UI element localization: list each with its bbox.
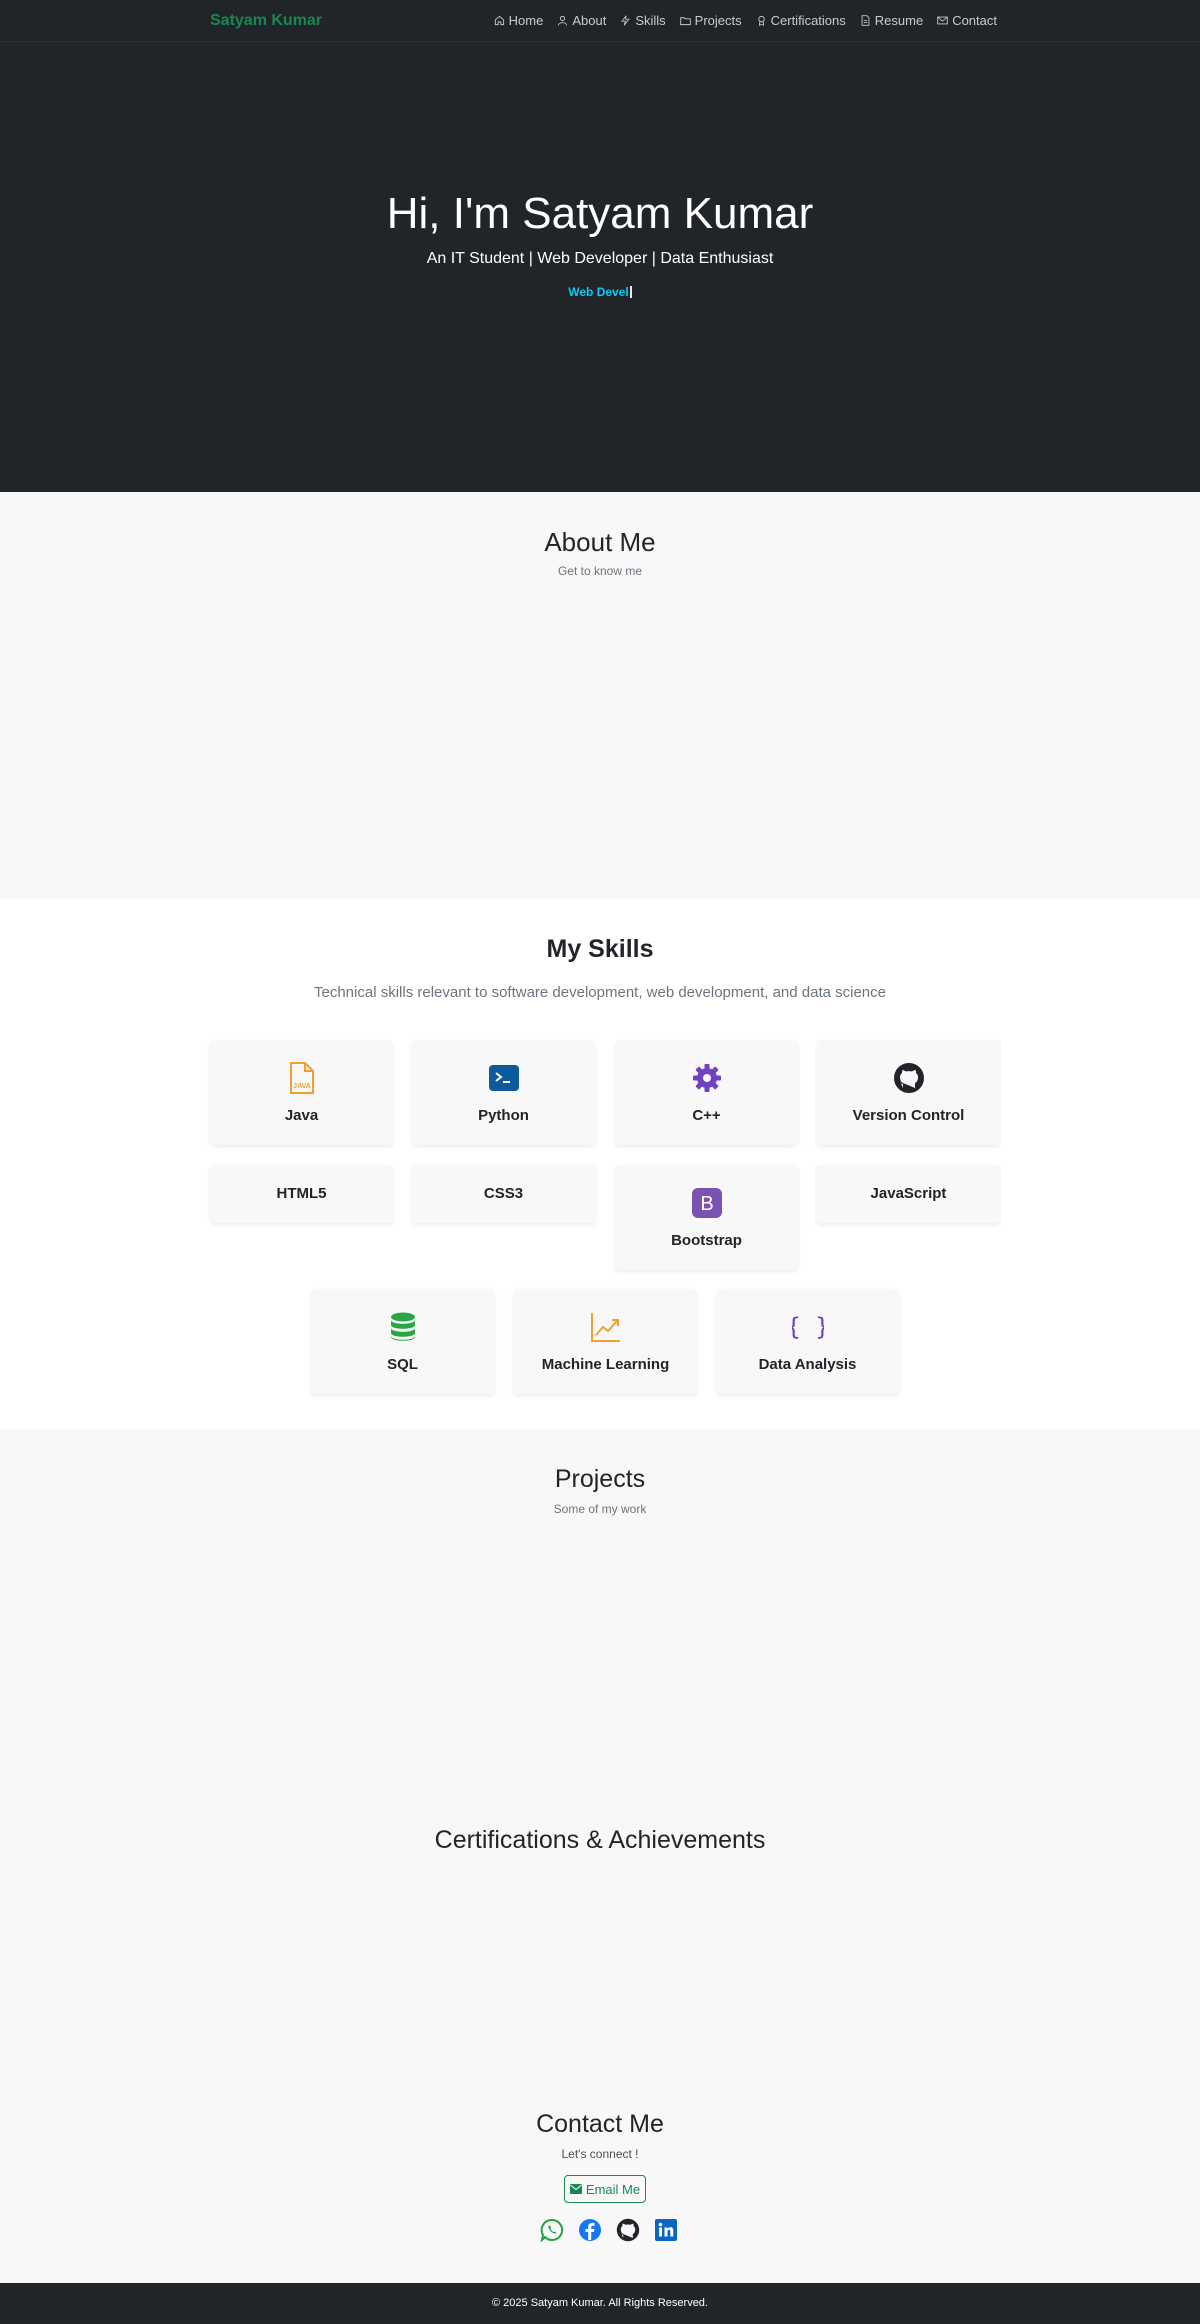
home-icon xyxy=(494,15,504,26)
contact-subtitle: Let's connect ! xyxy=(561,2147,639,2161)
braces-icon: { } xyxy=(792,1311,824,1343)
contact-title: Contact Me xyxy=(536,2110,664,2138)
skills-title: My Skills xyxy=(546,935,654,963)
database-icon xyxy=(387,1311,419,1343)
user-icon xyxy=(558,15,568,26)
typed-text-line: Web Devel xyxy=(0,285,1200,299)
hero-subtitle: An IT Student | Web Developer | Data Ent… xyxy=(426,250,774,267)
svg-text:B: B xyxy=(700,1193,713,1215)
award-icon xyxy=(757,15,765,26)
facebook-icon xyxy=(579,2219,601,2241)
skill-label-bootstrap: Bootstrap xyxy=(671,1232,742,1249)
skill-label-version-control: Version Control xyxy=(852,1107,965,1124)
skill-label-sql: SQL xyxy=(387,1356,418,1373)
whatsapp-icon xyxy=(540,2218,564,2242)
nav-label-certifications: Certifications xyxy=(770,13,846,28)
skill-label-javascript: JavaScript xyxy=(870,1185,947,1202)
skill-card-machine-learning: Machine Learning xyxy=(514,1289,697,1394)
envelope-icon xyxy=(937,16,948,25)
email-me-button[interactable]: Email Me xyxy=(564,2175,646,2203)
footer-copyright: © 2025 Satyam Kumar. All Rights Reserved… xyxy=(492,2297,708,2309)
nav-link-skills[interactable]: Skills xyxy=(620,13,666,28)
bootstrap-icon: B xyxy=(691,1187,723,1219)
nav-link-resume[interactable]: Resume xyxy=(860,13,923,28)
certifications-title: Certifications & Achievements xyxy=(434,1826,766,1854)
social-links xyxy=(540,2218,678,2242)
skills-subtitle: Technical skills relevant to software de… xyxy=(314,984,886,1001)
nav-label-skills: Skills xyxy=(635,13,666,28)
svg-text:{ }: { } xyxy=(792,1313,824,1341)
nav-label-about: About xyxy=(572,13,607,28)
chart-line-icon xyxy=(590,1311,622,1343)
projects-subtitle: Some of my work xyxy=(553,1502,647,1516)
linkedin-icon xyxy=(655,2219,677,2241)
about-title: About Me xyxy=(544,527,656,557)
github-link[interactable] xyxy=(616,2218,640,2242)
github-icon xyxy=(616,2218,640,2242)
svg-text:JAVA: JAVA xyxy=(293,1083,311,1090)
skill-card-css3: CSS3 xyxy=(412,1165,595,1223)
skill-card-java: JAVA Java xyxy=(210,1040,393,1145)
nav-label-resume: Resume xyxy=(874,13,924,28)
skill-card-html5: HTML5 xyxy=(210,1165,393,1223)
nav-link-about[interactable]: About xyxy=(557,13,606,28)
linkedin-link[interactable] xyxy=(654,2218,678,2242)
typing-cursor xyxy=(629,286,632,298)
skill-label-data-analysis: Data Analysis xyxy=(758,1356,857,1373)
skill-card-cpp: C++ xyxy=(615,1040,798,1145)
skill-card-sql: SQL xyxy=(311,1289,494,1394)
skill-label-css3: CSS3 xyxy=(483,1185,524,1202)
projects-title: Projects xyxy=(554,1465,646,1493)
envelope-icon xyxy=(569,2184,582,2194)
hero-section: Hi, I'm Satyam Kumar An IT Student | Web… xyxy=(0,42,1200,492)
lightning-icon xyxy=(621,15,631,26)
email-me-label: Email Me xyxy=(585,2181,641,2197)
footer: © 2025 Satyam Kumar. All Rights Reserved… xyxy=(0,2283,1200,2324)
folder-icon xyxy=(679,17,691,26)
skill-card-python: Python xyxy=(412,1040,595,1145)
nav-link-projects[interactable]: Projects xyxy=(679,13,742,28)
gear-icon xyxy=(691,1062,723,1094)
nav-link-certifications[interactable]: Certifications xyxy=(756,13,846,28)
nav-label-projects: Projects xyxy=(694,13,742,28)
skill-card-bootstrap: B Bootstrap xyxy=(615,1165,798,1270)
github-icon xyxy=(893,1062,925,1094)
facebook-link[interactable] xyxy=(578,2218,602,2242)
nav-label-home: Home xyxy=(508,13,544,28)
skill-card-javascript: JavaScript xyxy=(817,1165,1000,1223)
about-subtitle: Get to know me xyxy=(557,564,643,578)
file-icon xyxy=(861,15,870,26)
nav-link-home[interactable]: Home xyxy=(494,13,544,28)
hero-title: Hi, I'm Satyam Kumar xyxy=(386,189,814,238)
whatsapp-link[interactable] xyxy=(540,2218,564,2242)
java-file-icon: JAVA xyxy=(286,1062,318,1094)
skill-label-html5: HTML5 xyxy=(276,1185,327,1202)
brand-logo[interactable]: Satyam Kumar xyxy=(210,12,322,30)
skill-label-java: Java xyxy=(284,1107,319,1124)
typed-text: Web Devel xyxy=(568,285,629,299)
nav-link-contact[interactable]: Contact xyxy=(937,13,997,28)
nav-label-contact: Contact xyxy=(952,13,997,28)
skill-label-python: Python xyxy=(478,1107,529,1124)
skill-card-version-control: Version Control xyxy=(817,1040,1000,1145)
skill-label-machine-learning: Machine Learning xyxy=(541,1356,670,1373)
terminal-icon xyxy=(488,1062,520,1094)
skill-label-cpp: C++ xyxy=(692,1107,721,1124)
navbar: Satyam Kumar Home About Skills Projects … xyxy=(0,0,1200,42)
nav-links: Home About Skills Projects Certification… xyxy=(494,13,997,28)
skill-card-data-analysis: { } Data Analysis xyxy=(716,1289,899,1394)
